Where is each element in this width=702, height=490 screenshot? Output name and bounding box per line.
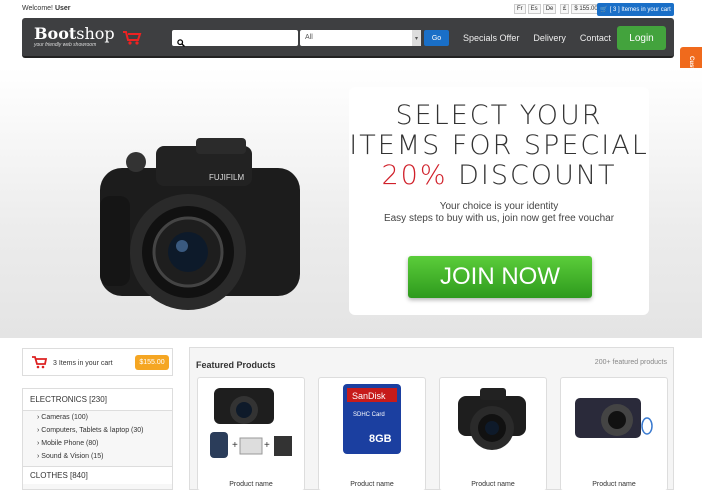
product-card[interactable]: Product name: [560, 377, 668, 490]
welcome-text: Welcome! User: [22, 5, 71, 12]
lang-fr[interactable]: Fr: [514, 4, 526, 14]
promo-sub2: Easy steps to buy with us, join now get …: [383, 213, 615, 224]
currency-gbp[interactable]: £: [560, 4, 570, 14]
nav-links: Specials Offer Delivery Contact: [463, 33, 611, 43]
category-list: ELECTRONICS [230] › Cameras (100) › Comp…: [22, 388, 173, 490]
product-name[interactable]: Product name: [440, 481, 546, 488]
page: Welcome! User Fr Es De £ $ 155.00 $ 🛒 [ …: [0, 0, 702, 490]
sidebar-cart-price: $155.00: [135, 355, 169, 370]
subcategory-sound[interactable]: › Sound & Vision (15): [23, 450, 172, 463]
product-name[interactable]: Product name: [198, 481, 304, 488]
svg-text:SDHC Card: SDHC Card: [353, 412, 385, 418]
category-select[interactable]: All ▾: [300, 30, 421, 46]
headline-line3: DISCOUNT: [447, 160, 617, 191]
top-cart-button[interactable]: 🛒 [ 3 ] Itemes in your cart: [597, 3, 674, 16]
subcategory-mobile[interactable]: › Mobile Phone (80): [23, 437, 172, 450]
go-button[interactable]: Go: [424, 30, 449, 46]
headline-line2: ITEMS FOR SPECIAL: [349, 130, 649, 161]
welcome-user: User: [54, 5, 71, 12]
logo-rest: shop: [76, 24, 115, 43]
product-name[interactable]: Product name: [319, 481, 425, 488]
language-switcher: Fr Es De: [514, 4, 557, 14]
logo-main: Boot: [34, 24, 77, 43]
cart-icon: 🛒: [600, 7, 608, 13]
headline-line1: SELECT YOUR: [395, 100, 603, 131]
product-image: [575, 398, 653, 438]
subcategory-computers[interactable]: › Computers, Tablets & laptop (30): [23, 424, 172, 437]
featured-count: 200+ featured products: [594, 359, 667, 366]
sidebar-cart-text: 3 Items in your cart: [53, 360, 113, 367]
category-clothes[interactable]: CLOTHES [840]: [23, 466, 172, 484]
category-electronics[interactable]: ELECTRONICS [230]: [23, 389, 172, 411]
subcategory-cameras[interactable]: › Cameras (100): [23, 411, 172, 424]
promo-sub1: Your choice is your identity: [439, 201, 559, 212]
promo-box: SELECT YOUR ITEMS FOR SPECIAL 20% DISCOU…: [349, 87, 649, 315]
svg-text:+: +: [232, 440, 238, 451]
product-name[interactable]: Product name: [561, 481, 667, 488]
sidebar-cart[interactable]: 3 Items in your cart $155.00: [22, 348, 173, 376]
chevron-down-icon: ▾: [412, 30, 421, 46]
promo-headline: SELECT YOUR ITEMS FOR SPECIAL 20% DISCOU…: [349, 101, 649, 191]
top-cart-label: [ 3 ] Itemes in your cart: [609, 6, 671, 13]
search-icon: [177, 34, 185, 52]
featured-title: Featured Products: [196, 360, 276, 370]
product-card[interactable]: Product name: [439, 377, 547, 490]
nav-specials-offer[interactable]: Specials Offer: [463, 33, 519, 43]
product-image: [458, 388, 526, 450]
cart-icon: [31, 356, 48, 374]
category-select-value: All: [305, 34, 313, 41]
top-bar: Welcome! User Fr Es De £ $ 155.00 $ 🛒 [ …: [0, 0, 702, 18]
svg-text:SanDisk: SanDisk: [352, 391, 386, 401]
lang-es[interactable]: Es: [527, 4, 541, 14]
product-image: + +: [210, 388, 292, 458]
svg-text:FUJIFILM: FUJIFILM: [209, 173, 244, 182]
lang-de[interactable]: De: [542, 4, 557, 14]
product-image: SanDisk SDHC Card 8GB: [343, 384, 401, 454]
nav-contact[interactable]: Contact: [580, 33, 611, 43]
logo[interactable]: Bootshop your friendly web showroom: [34, 24, 115, 48]
svg-text:8GB: 8GB: [369, 433, 392, 445]
product-card[interactable]: + + Product name: [197, 377, 305, 490]
svg-text:+: +: [264, 440, 270, 451]
search-input[interactable]: [172, 30, 298, 47]
promo-subtext: Your choice is your identity Easy steps …: [349, 201, 649, 225]
product-card[interactable]: SanDisk SDHC Card 8GB Product name: [318, 377, 426, 490]
discount-percent: 20%: [381, 160, 448, 191]
featured-products: Featured Products 200+ featured products…: [189, 347, 674, 490]
join-now-button[interactable]: JOIN NOW: [408, 256, 592, 298]
logo-cart-icon: [122, 30, 142, 51]
nav-delivery[interactable]: Delivery: [533, 33, 566, 43]
camera-image: FUJIFILM: [96, 136, 310, 319]
login-button[interactable]: Login: [617, 26, 666, 50]
navbar: Bootshop your friendly web showroom All …: [22, 18, 674, 58]
